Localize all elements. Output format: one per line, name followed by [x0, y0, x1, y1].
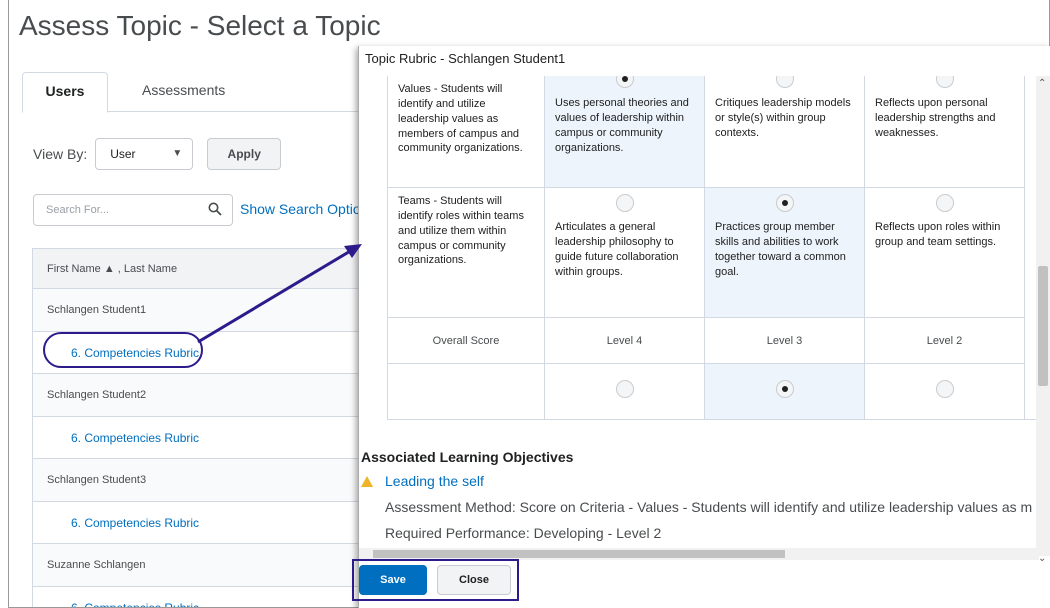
- arrow-head: [344, 244, 362, 258]
- annotation-arrow: [197, 244, 362, 344]
- arrow-line: [197, 248, 353, 344]
